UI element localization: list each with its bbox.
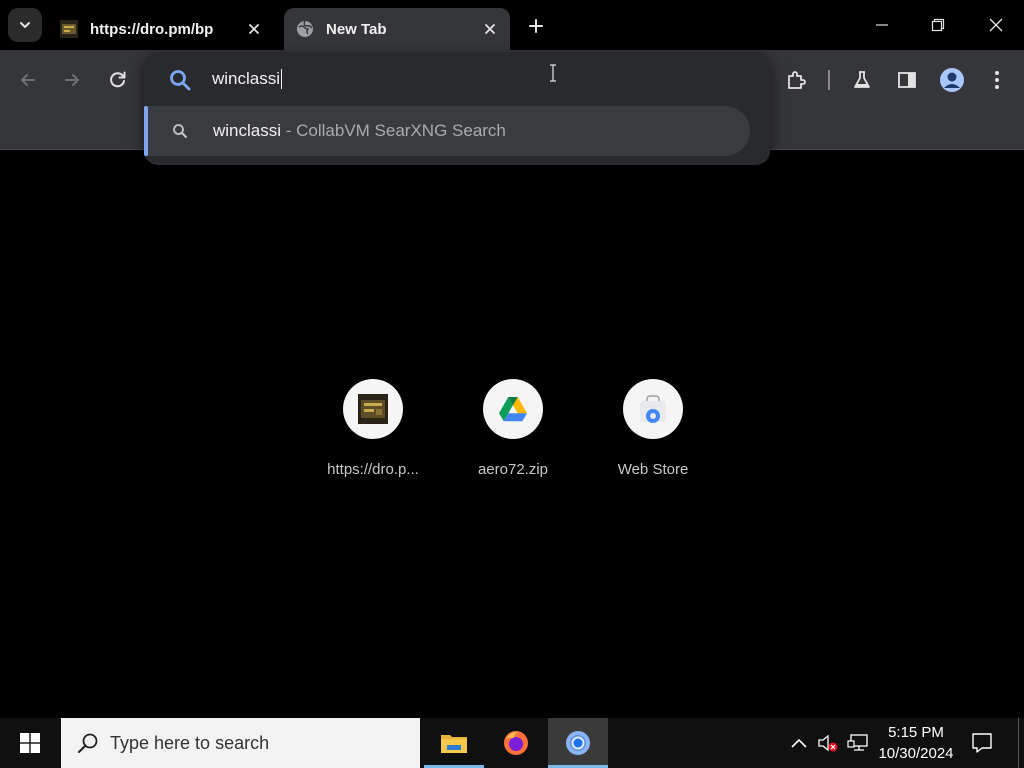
back-arrow-icon xyxy=(21,74,35,86)
close-tab-button[interactable] xyxy=(480,19,500,39)
tab-search-button[interactable] xyxy=(8,8,42,42)
web-store-icon xyxy=(640,395,666,423)
address-bar-text: winclassi xyxy=(212,69,281,88)
omnibox-dropdown: winclassi winclassi - CollabVM SearXNG S… xyxy=(144,52,770,165)
start-button[interactable] xyxy=(0,718,60,768)
speaker-muted-icon xyxy=(818,734,838,752)
selection-indicator xyxy=(144,106,148,156)
new-tab-page: https://dro.p... aero72.zip Web Store xyxy=(0,151,1024,718)
forward-arrow-icon xyxy=(65,74,79,86)
shortcut-icon-container xyxy=(343,379,403,439)
text-caret xyxy=(281,69,283,89)
flask-icon xyxy=(854,71,870,88)
side-panel-button[interactable] xyxy=(893,66,921,94)
forward-button[interactable] xyxy=(58,66,86,94)
close-icon xyxy=(989,18,1003,32)
i-beam-cursor-icon xyxy=(550,64,556,82)
shortcut-label: aero72.zip xyxy=(477,461,549,478)
minimize-button[interactable] xyxy=(854,0,910,50)
reload-button[interactable] xyxy=(104,66,132,94)
close-icon xyxy=(485,24,495,34)
chrome-icon xyxy=(566,731,590,755)
menu-button[interactable] xyxy=(983,66,1011,94)
network-icon xyxy=(847,734,868,751)
shortcut-web-store[interactable]: Web Store xyxy=(583,379,723,478)
search-icon xyxy=(78,733,98,753)
search-icon xyxy=(173,124,187,138)
tab-strip: https://dro.pm/bp New Tab xyxy=(0,0,1024,50)
show-hidden-icons-button[interactable] xyxy=(788,732,810,754)
shortcut-label: https://dro.p... xyxy=(327,461,419,478)
windows-logo-icon xyxy=(20,733,40,753)
reload-icon xyxy=(110,71,126,88)
close-tab-button[interactable] xyxy=(244,19,264,39)
more-vertical-icon xyxy=(995,71,999,89)
side-panel-icon xyxy=(898,72,916,88)
taskbar-clock[interactable]: 5:15 PM 10/30/2024 xyxy=(872,722,960,764)
clock-time: 5:15 PM xyxy=(888,724,944,741)
volume-button[interactable] xyxy=(817,732,839,754)
suggestion-description: - CollabVM SearXNG Search xyxy=(281,121,506,140)
shortcut-aero72-zip[interactable]: aero72.zip xyxy=(443,379,583,478)
new-tab-button[interactable] xyxy=(522,12,550,40)
file-explorer-icon xyxy=(441,735,467,753)
restore-button[interactable] xyxy=(910,0,966,50)
restore-icon xyxy=(931,18,945,32)
tab-title: https://dro.pm/bp xyxy=(90,20,214,38)
tab-title: New Tab xyxy=(326,20,387,38)
close-window-button[interactable] xyxy=(968,0,1024,50)
omnibox-suggestion[interactable]: winclassi - CollabVM SearXNG Search xyxy=(144,106,750,156)
taskbar-search-box[interactable]: Type here to search xyxy=(61,718,420,768)
globe-icon xyxy=(297,20,313,37)
taskbar-app-file-explorer[interactable] xyxy=(424,718,484,768)
windows-taskbar: Type here to search 5:15 PM 10/30/2024 xyxy=(0,718,1024,768)
notification-icon[interactable] xyxy=(970,731,994,755)
avatar-icon xyxy=(940,68,964,92)
search-icon xyxy=(170,70,191,91)
back-button[interactable] xyxy=(14,66,42,94)
clock-date: 10/30/2024 xyxy=(878,745,954,762)
suggestion-query: winclassi xyxy=(213,121,282,140)
extensions-button[interactable] xyxy=(782,66,810,94)
shortcut-label: Web Store xyxy=(617,461,689,478)
taskbar-app-firefox[interactable] xyxy=(486,718,546,768)
chevron-up-icon xyxy=(791,738,807,748)
minimize-icon xyxy=(876,24,888,26)
site-favicon xyxy=(358,394,388,424)
toolbar-divider xyxy=(828,70,830,90)
shortcut-dro-pm[interactable]: https://dro.p... xyxy=(303,379,443,478)
network-button[interactable] xyxy=(847,732,869,754)
profile-button[interactable] xyxy=(938,66,966,94)
taskbar-search-placeholder: Type here to search xyxy=(110,733,270,753)
close-icon xyxy=(249,24,259,34)
google-drive-icon xyxy=(499,396,527,421)
address-bar-input[interactable]: winclassi xyxy=(212,64,732,94)
firefox-icon xyxy=(504,731,528,755)
shortcut-icon-container xyxy=(623,379,683,439)
taskbar-app-chrome[interactable] xyxy=(548,718,608,768)
tab-new-tab[interactable]: New Tab xyxy=(284,8,510,50)
suggestion-text: winclassi - CollabVM SearXNG Search xyxy=(213,121,506,141)
puzzle-piece-icon xyxy=(788,71,806,89)
site-favicon xyxy=(60,20,78,38)
tab-dro-pm[interactable]: https://dro.pm/bp xyxy=(48,8,274,50)
plus-icon xyxy=(529,19,543,33)
labs-button[interactable] xyxy=(848,66,876,94)
shortcut-icon-container xyxy=(483,379,543,439)
show-desktop-button[interactable] xyxy=(1018,718,1019,768)
chevron-down-icon xyxy=(20,22,30,28)
